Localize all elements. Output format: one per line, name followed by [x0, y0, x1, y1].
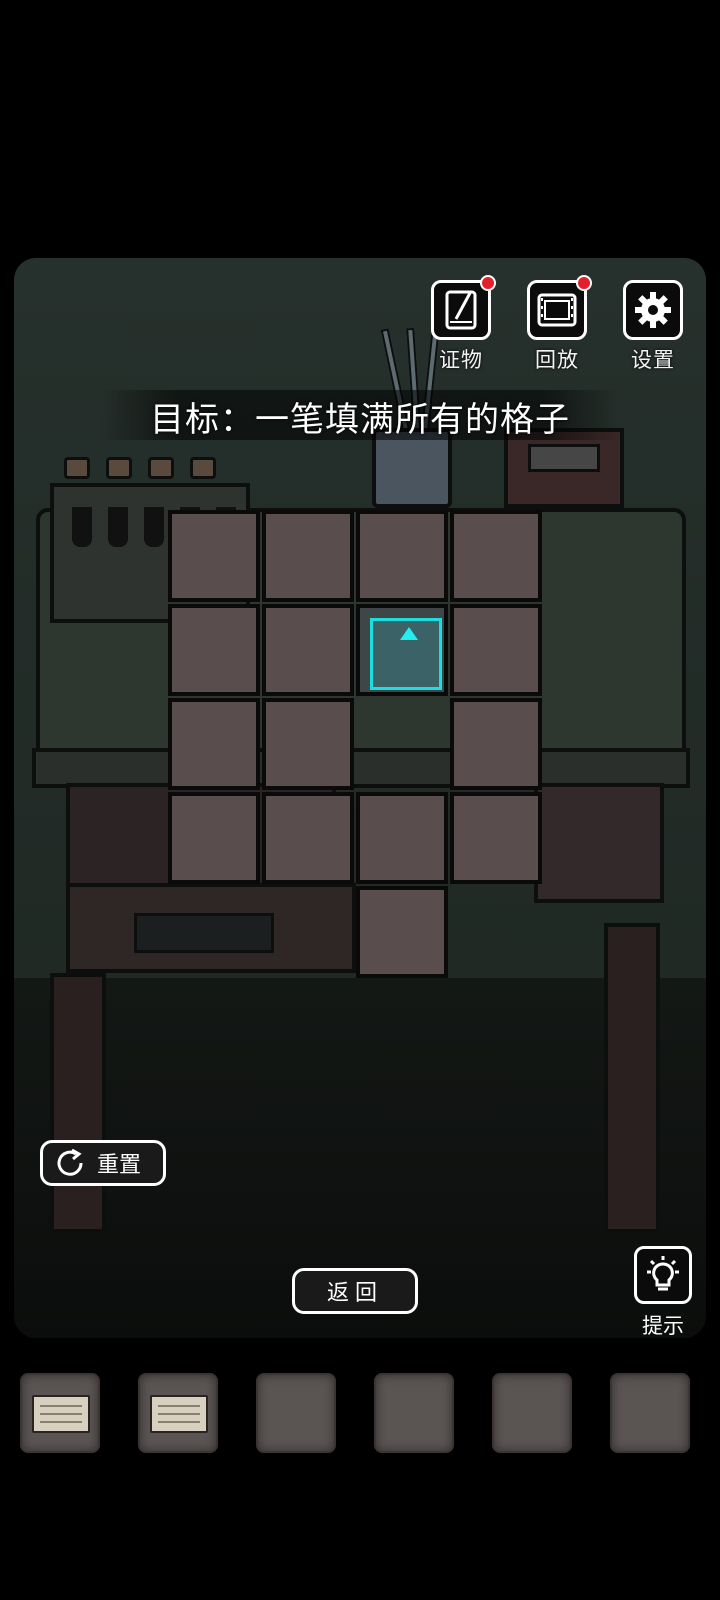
music-box-window [528, 444, 600, 472]
note-scribble [40, 1413, 82, 1415]
evidence-icon [431, 275, 496, 340]
reset-button[interactable]: 重置 [40, 1140, 166, 1186]
grid-cell[interactable] [450, 698, 542, 790]
goal-text: 目标：一笔填满所有的格子 [150, 400, 570, 440]
notification-dot [480, 275, 496, 291]
hint-button[interactable]: 提示 [630, 1246, 696, 1340]
replay-label: 回放 [535, 348, 579, 372]
grid-cell-current[interactable] [356, 604, 448, 696]
tray-slot [108, 507, 128, 547]
inventory-slot[interactable] [492, 1373, 572, 1453]
grid-cell[interactable] [168, 698, 260, 790]
tray-slot [72, 507, 92, 547]
grid-cell[interactable] [262, 792, 354, 884]
grid-cell[interactable] [450, 604, 542, 696]
grid-cell[interactable] [262, 698, 354, 790]
stamp-item [148, 457, 174, 479]
note-scribble [158, 1421, 200, 1423]
note-icon [150, 1395, 208, 1433]
desk-edge [32, 748, 690, 788]
note-scribble [158, 1405, 200, 1407]
inventory-slot[interactable] [138, 1373, 218, 1453]
inventory-slot[interactable] [374, 1373, 454, 1453]
drawer-handle [134, 913, 274, 953]
note-scribble [158, 1413, 200, 1415]
grid-cell[interactable] [262, 510, 354, 602]
inventory-slot[interactable] [256, 1373, 336, 1453]
refresh-icon [57, 1148, 83, 1176]
note-scribble [40, 1421, 82, 1423]
film-reel-icon [527, 275, 592, 340]
arrow-up-icon [400, 627, 418, 640]
note-icon [32, 1395, 90, 1433]
back-button[interactable]: 返回 [292, 1268, 418, 1314]
desk-leg [50, 973, 106, 1233]
grid-cell[interactable] [168, 792, 260, 884]
note-scribble [40, 1405, 82, 1407]
evidence-label: 证物 [439, 348, 483, 372]
settings-label: 设置 [631, 348, 675, 372]
grid-cell[interactable] [356, 510, 448, 602]
desk-leg [604, 923, 660, 1233]
hint-label: 提示 [642, 1314, 684, 1338]
stamp-item [190, 457, 216, 479]
stamp-item [106, 457, 132, 479]
replay-button[interactable]: 回放 [524, 275, 592, 374]
cursor-marker [370, 618, 442, 690]
notification-dot [576, 275, 592, 291]
inventory-slot[interactable] [20, 1373, 100, 1453]
grid-cell[interactable] [262, 604, 354, 696]
reset-label: 重置 [97, 1153, 142, 1178]
grid-cell[interactable] [450, 510, 542, 602]
grid-cell[interactable] [168, 604, 260, 696]
settings-button[interactable]: 设置 [620, 280, 686, 374]
grid-cell[interactable] [450, 792, 542, 884]
evidence-button[interactable]: 证物 [428, 275, 496, 374]
grid-cell[interactable] [168, 510, 260, 602]
grid-cell[interactable] [356, 886, 448, 978]
inventory-slot[interactable] [610, 1373, 690, 1453]
grid-cell[interactable] [356, 792, 448, 884]
lightbulb-icon [634, 1246, 692, 1304]
stamp-item [64, 457, 90, 479]
gear-icon [623, 280, 683, 340]
tray-slot [144, 507, 164, 547]
desk-cabinet [534, 783, 664, 903]
